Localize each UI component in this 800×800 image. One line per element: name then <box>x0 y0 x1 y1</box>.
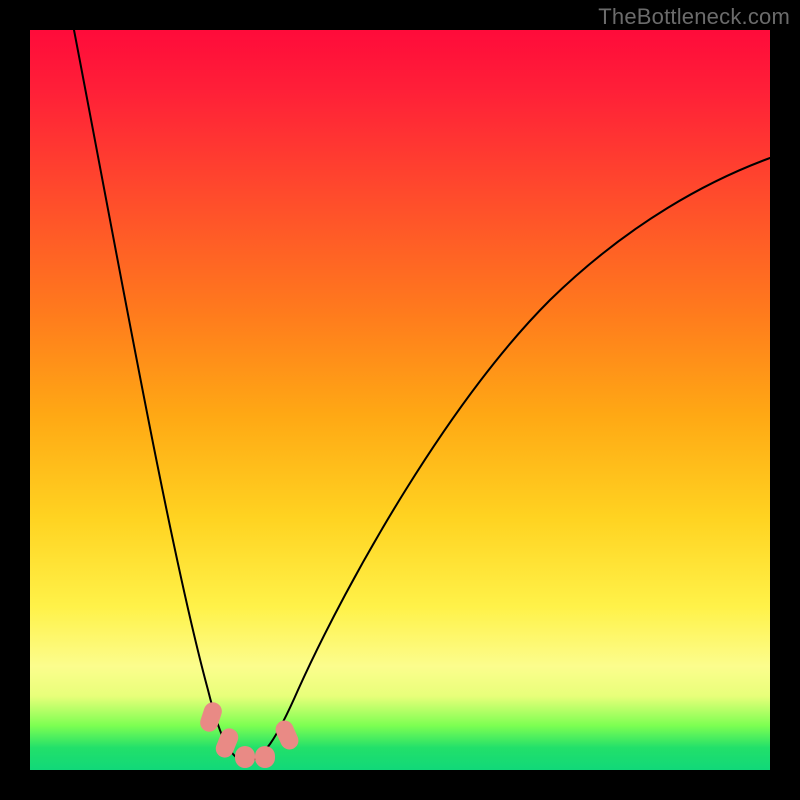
trough-markers <box>198 700 302 768</box>
marker-3 <box>235 746 255 768</box>
curve-path <box>74 30 770 762</box>
chart-frame: TheBottleneck.com <box>0 0 800 800</box>
bottleneck-curve <box>30 30 770 770</box>
plot-area <box>30 30 770 770</box>
marker-5 <box>273 718 302 753</box>
watermark-text: TheBottleneck.com <box>598 4 790 30</box>
marker-4 <box>255 746 275 768</box>
